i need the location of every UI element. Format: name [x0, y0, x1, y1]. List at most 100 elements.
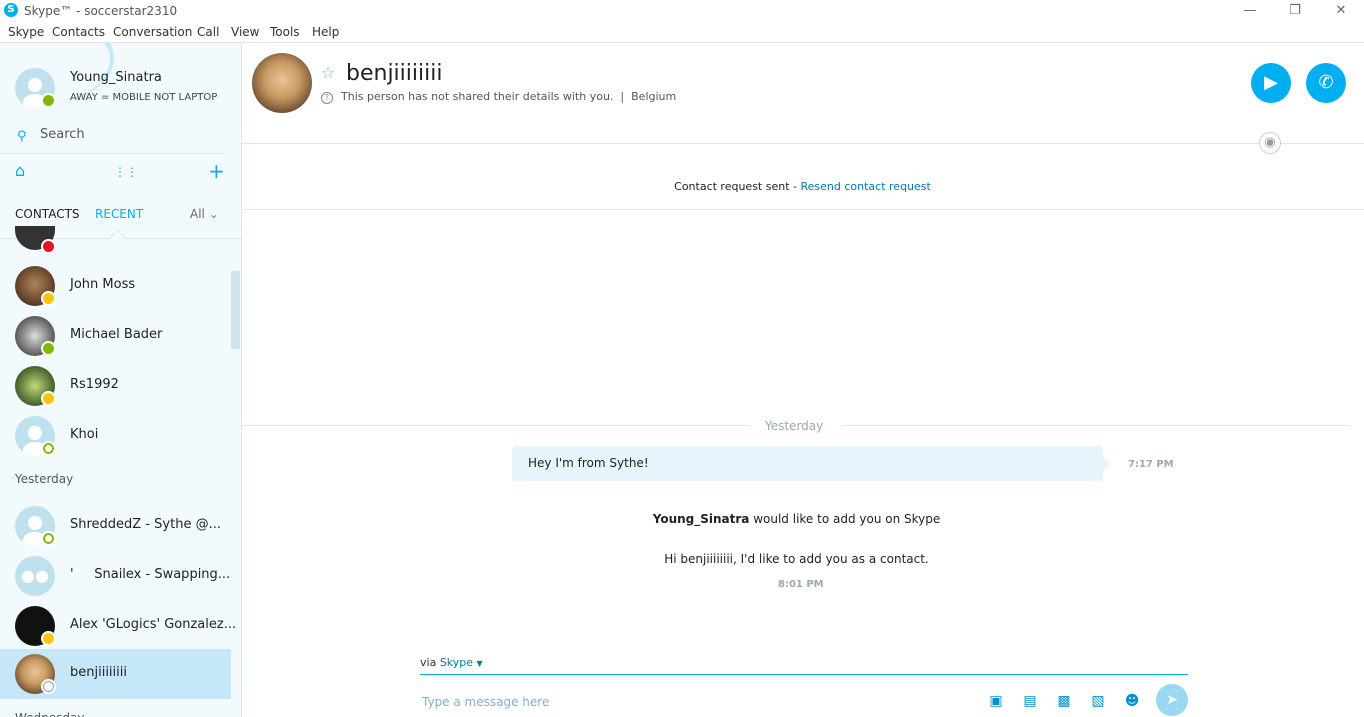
contact-request-text: Contact request sent - Resend contact re…: [241, 180, 1364, 193]
section-label-yesterday: Yesterday: [15, 472, 74, 486]
menu-help[interactable]: Help: [312, 25, 339, 39]
compose-via-bar: via Skype ▼: [420, 656, 1188, 675]
day-divider-line: [242, 425, 750, 426]
video-message-icon[interactable]: ▩: [1052, 692, 1076, 710]
menu-tools[interactable]: Tools: [270, 25, 300, 39]
request-status: Contact request sent -: [674, 180, 801, 193]
close-button[interactable]: ✕: [1329, 2, 1353, 20]
sidebar: Young_Sinatra AWAY = MOBILE NOT LAPTOP ⚲…: [0, 43, 242, 717]
contact-item[interactable]: Khoi: [0, 411, 231, 461]
status-online-icon: [41, 341, 56, 356]
phone-icon: ✆: [1318, 72, 1334, 93]
details-text: This person has not shared their details…: [341, 90, 614, 103]
status-away-icon: [41, 631, 56, 646]
resend-request-link[interactable]: Resend contact request: [801, 180, 931, 193]
conversation-title[interactable]: benjiiiiiiii: [346, 61, 442, 86]
audio-call-button[interactable]: ✆: [1306, 63, 1346, 103]
contact-name: Alex 'GLogics' Gonzalez...: [70, 617, 237, 632]
restore-button[interactable]: ❐: [1283, 2, 1307, 20]
status-offline-icon: [41, 441, 56, 456]
sidebar-scrollbar[interactable]: [231, 271, 240, 349]
window-title: Skype™ - soccerstar2310: [24, 4, 178, 18]
send-photo-icon[interactable]: ▣: [986, 692, 1006, 710]
status-unknown-icon: [41, 679, 56, 694]
day-divider-line: [842, 425, 1350, 426]
contact-name: Rs1992: [70, 377, 119, 392]
contact-item-selected[interactable]: benjiiiiiiii: [0, 649, 231, 699]
search-icon: ⚲: [17, 129, 27, 144]
bubble-tail: [1103, 457, 1110, 471]
contact-name: Michael Bader: [70, 327, 163, 342]
question-icon: ?: [321, 92, 333, 104]
via-label: via: [420, 656, 440, 669]
video-camera-icon: ▶: [1264, 72, 1278, 93]
contact-name: benjiiiiiiii: [70, 665, 127, 680]
contact-name: Khoi: [70, 427, 99, 442]
filter-label: All: [190, 207, 205, 221]
skype-logo-icon: S: [4, 3, 18, 17]
group-icon: ●●: [15, 556, 55, 596]
day-divider-label: Yesterday: [755, 419, 834, 433]
send-file-icon[interactable]: ▤: [1020, 692, 1040, 710]
title-bar: S Skype™ - soccerstar2310 — ❐ ✕: [0, 0, 1364, 22]
contact-request-bar: Contact request sent - Resend contact re…: [241, 143, 1364, 210]
contact-item[interactable]: Michael Bader: [0, 311, 231, 361]
contact-item[interactable]: ShreddedZ - Sythe @...: [0, 501, 231, 551]
search-box[interactable]: ⚲ Search: [0, 123, 225, 154]
message-input[interactable]: [420, 690, 924, 714]
status-dnd-icon: [41, 239, 56, 254]
add-request-body: Hi benjiiiiiiii, I'd like to add you as …: [664, 552, 929, 566]
contact-item[interactable]: John Moss: [0, 261, 231, 311]
send-contact-icon[interactable]: ▧: [1088, 692, 1108, 710]
video-call-button[interactable]: ▶: [1251, 63, 1291, 103]
add-request-suffix: would like to add you on Skype: [749, 512, 941, 526]
tab-contacts[interactable]: CONTACTS: [15, 207, 80, 221]
contact-item[interactable]: ●● ' Snailex - Swapping...: [0, 551, 231, 601]
status-away-icon: [41, 291, 56, 306]
add-contact-icon[interactable]: +: [208, 159, 225, 183]
my-status-online-icon: [41, 93, 56, 108]
send-arrow-icon: ➤: [1166, 692, 1178, 708]
tab-recent[interactable]: RECENT: [95, 207, 143, 221]
menu-contacts[interactable]: Contacts: [52, 25, 105, 39]
contact-name: John Moss: [70, 277, 136, 292]
emoticon-icon[interactable]: ☻: [1122, 692, 1142, 710]
menu-bar: Skype Contacts Conversation Call View To…: [0, 22, 1364, 43]
message-time: 7:17 PM: [1128, 459, 1174, 470]
search-placeholder: Search: [40, 127, 85, 142]
details-separator: |: [613, 90, 632, 103]
menu-call[interactable]: Call: [197, 25, 219, 39]
location-text: Belgium: [631, 90, 677, 103]
filter-dropdown[interactable]: All ⌄: [190, 207, 219, 221]
home-icon[interactable]: ⌂: [15, 161, 25, 180]
add-request-sender: Young_Sinatra: [652, 512, 750, 526]
my-status-message[interactable]: AWAY = MOBILE NOT LAPTOP: [70, 92, 217, 103]
my-name[interactable]: Young_Sinatra: [70, 70, 162, 85]
message-text: Hey I'm from Sythe!: [528, 456, 649, 470]
caret-down-icon: ▼: [476, 659, 483, 668]
menu-conversation[interactable]: Conversation: [113, 25, 192, 39]
minimize-button[interactable]: —: [1238, 2, 1262, 20]
add-request-title: Young_Sinatra would like to add you on S…: [242, 512, 1351, 526]
contact-item[interactable]: Rs1992: [0, 361, 231, 411]
dialpad-icon[interactable]: ⋮⋮: [114, 165, 138, 179]
message-bubble[interactable]: Hey I'm from Sythe!: [512, 446, 1110, 481]
section-label-partial: Wednesday: [15, 711, 84, 717]
favorite-star-icon[interactable]: ☆: [321, 63, 335, 82]
menu-skype[interactable]: Skype: [8, 25, 44, 39]
conversation-header: ☆ benjiiiiiiii ? This person has not shar…: [241, 43, 1364, 154]
add-request-time: 8:01 PM: [778, 579, 824, 590]
menu-view[interactable]: View: [231, 25, 259, 39]
status-offline-icon: [41, 531, 56, 546]
contact-item[interactable]: Alex 'GLogics' Gonzalez...: [0, 601, 236, 651]
conversation-avatar[interactable]: [252, 53, 312, 113]
tab-indicator: [109, 229, 126, 246]
status-away-icon: [41, 391, 56, 406]
contact-details: ? This person has not shared their detail…: [321, 90, 676, 104]
via-value: Skype: [439, 656, 474, 669]
via-dropdown[interactable]: Skype ▼: [440, 656, 483, 669]
send-button[interactable]: ➤: [1156, 684, 1188, 716]
contact-name: ShreddedZ - Sythe @...: [70, 517, 221, 532]
chevron-down-icon: ⌄: [208, 207, 219, 221]
contact-name: ' Snailex - Swapping...: [70, 567, 231, 582]
